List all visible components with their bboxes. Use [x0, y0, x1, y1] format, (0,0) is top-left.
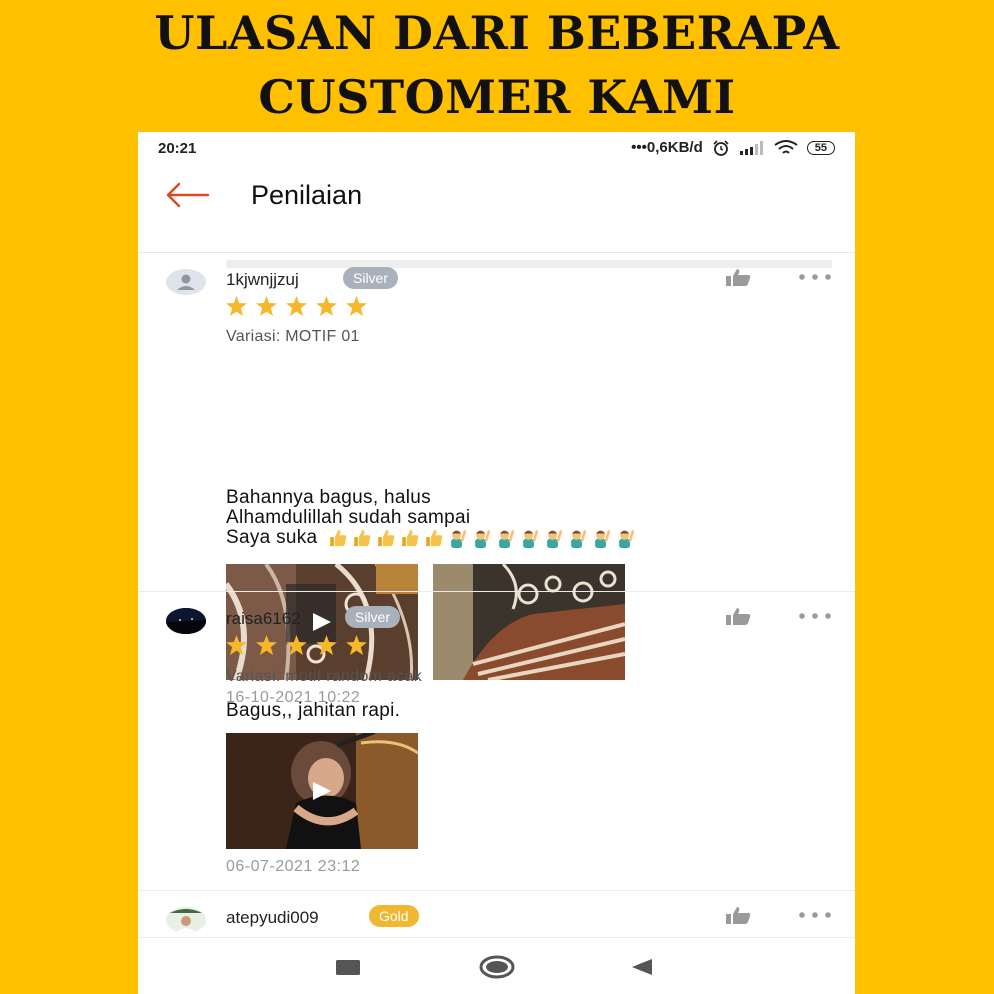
- star-icon: [226, 635, 247, 655]
- comment-line: Saya suka: [226, 527, 318, 549]
- emoji-row: [327, 528, 636, 548]
- star-icon: [286, 296, 307, 316]
- member-badge: Gold: [369, 905, 419, 927]
- person-raising-hand-icon: [619, 530, 635, 548]
- arrow-left-icon[interactable]: [164, 180, 210, 210]
- network-speed: •••0,6KB/d: [631, 139, 703, 156]
- status-bar: 20:21 •••0,6KB/d 55: [138, 132, 855, 162]
- thumbs-up-icon: [426, 529, 443, 547]
- person-raising-hand-icon: [451, 530, 467, 548]
- batik-photo-image: [433, 564, 625, 680]
- thumbs-up-icon: [402, 529, 419, 547]
- star-icon: [316, 635, 337, 655]
- divider: [138, 890, 855, 891]
- play-icon[interactable]: [309, 780, 335, 802]
- star-icon: [346, 296, 367, 316]
- person-raising-hand-icon: [523, 530, 539, 548]
- person-raising-hand-icon: [475, 530, 491, 548]
- star-rating: [226, 635, 367, 655]
- thumbs-up-icon[interactable]: [724, 906, 754, 924]
- back-icon[interactable]: [630, 957, 654, 977]
- divider: [138, 591, 855, 592]
- wifi-icon: [774, 139, 798, 154]
- star-icon: [256, 635, 277, 655]
- review-username: 1kjwnjjzuj: [226, 270, 299, 289]
- divider: [138, 252, 855, 253]
- app-bar: Penilaian: [138, 162, 855, 268]
- system-navigation-bar: [138, 937, 855, 994]
- person-avatar-image: [166, 907, 206, 933]
- phone-screenshot: 20:21 •••0,6KB/d 55 Penilaian 1kjwnjjzuj…: [138, 132, 855, 994]
- review-username: atepyudi009: [226, 908, 319, 927]
- person-raising-hand-icon: [595, 530, 611, 548]
- star-icon: [346, 635, 367, 655]
- page-title: Penilaian: [251, 180, 363, 210]
- signal-icon: [739, 140, 763, 155]
- comment-line: Bahannya bagus, halus: [226, 487, 431, 508]
- status-icons: •••0,6KB/d 55: [631, 139, 835, 156]
- avatar[interactable]: [166, 269, 206, 295]
- thumbs-up-icon: [378, 529, 395, 547]
- more-options-icon[interactable]: [798, 612, 832, 620]
- comment-line-emoji: Saya suka: [226, 528, 636, 548]
- headline-line-1: ULASAN DARI BEBERAPA: [154, 6, 840, 60]
- member-badge: Silver: [345, 606, 401, 628]
- more-options-icon[interactable]: [798, 911, 832, 919]
- status-time: 20:21: [158, 140, 197, 157]
- star-rating: [226, 296, 367, 316]
- person-raising-hand-icon: [571, 530, 587, 548]
- product-variation: Variasi: MOTIF 01: [226, 328, 360, 345]
- thumbs-up-icon: [330, 529, 347, 547]
- member-badge: Silver: [343, 267, 399, 289]
- default-user-icon: [177, 274, 195, 290]
- recent-apps-icon[interactable]: [336, 960, 360, 976]
- play-icon[interactable]: [309, 611, 335, 633]
- comment-line: Alhamdulillah sudah sampai: [226, 507, 471, 528]
- review-photo-thumbnail[interactable]: [433, 564, 625, 680]
- more-options-icon[interactable]: [798, 273, 832, 281]
- battery-indicator: 55: [806, 140, 835, 155]
- home-icon[interactable]: [478, 954, 516, 980]
- filter-bar[interactable]: [226, 260, 832, 268]
- thumbs-up-icon: [354, 529, 371, 547]
- thumbs-up-icon[interactable]: [724, 607, 754, 625]
- product-variation: Variasi: motif random acak: [226, 668, 423, 685]
- star-icon: [226, 296, 247, 316]
- person-raising-hand-icon: [547, 530, 563, 548]
- headline-line-2: CUSTOMER KAMI: [258, 70, 736, 124]
- alarm-icon: [713, 139, 729, 156]
- person-raising-hand-icon: [499, 530, 515, 548]
- review-comment: Bagus,, jahitan rapi.: [226, 700, 401, 721]
- star-icon: [316, 296, 337, 316]
- review-date: 06-07-2021 23:12: [226, 858, 361, 875]
- thumbs-up-icon[interactable]: [724, 268, 754, 286]
- landscape-avatar-image: [166, 608, 206, 634]
- star-icon: [286, 635, 307, 655]
- review-comment: Bahannya bagus, halus Alhamdulillah suda…: [226, 488, 636, 548]
- avatar[interactable]: [166, 608, 206, 634]
- star-icon: [256, 296, 277, 316]
- review-video-thumbnail[interactable]: [226, 733, 418, 849]
- review-username: raisa6162: [226, 609, 301, 628]
- avatar[interactable]: [166, 907, 206, 933]
